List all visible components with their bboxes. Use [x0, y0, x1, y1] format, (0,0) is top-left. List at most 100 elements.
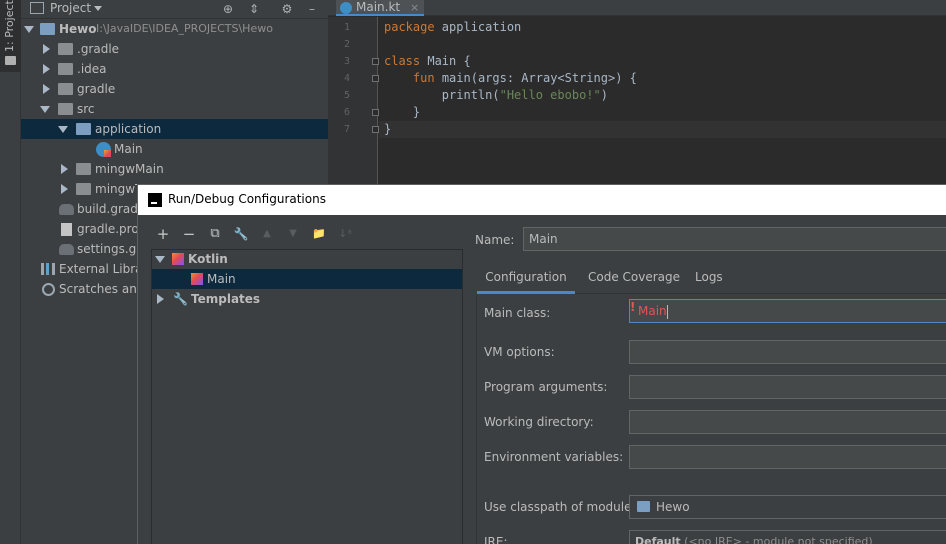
tab-logs[interactable]: Logs	[695, 261, 723, 294]
editor-tab-bar: Main.kt ×	[328, 0, 946, 16]
add-configuration-button[interactable]: +	[155, 226, 171, 242]
project-panel-header: Project ⊕ ⇕ ⚙ –	[21, 0, 328, 19]
fold-marker-icon[interactable]	[372, 75, 379, 82]
package-folder-icon	[76, 123, 91, 135]
jre-select[interactable]: Default (<no JRE> - module not specified…	[629, 530, 946, 544]
vm-options-label: VM options:	[484, 345, 555, 359]
collapsed-arrow-icon[interactable]	[61, 184, 68, 194]
tool-window-strip: 1: Project	[0, 0, 21, 544]
tree-node-label: Templates	[191, 292, 261, 306]
expanded-arrow-icon[interactable]	[40, 106, 50, 113]
vm-options-field[interactable]	[629, 340, 946, 364]
tree-item-label: application	[95, 122, 162, 136]
code-line-1: package application	[384, 20, 522, 34]
close-icon[interactable]: ×	[410, 0, 419, 15]
tab-label: Main.kt	[356, 0, 401, 14]
run-debug-dialog: Run/Debug Configurations + − ⧉ 🔧 ▲ ▼ 📁 ↓…	[137, 184, 946, 544]
expanded-arrow-icon[interactable]	[58, 126, 68, 133]
locate-icon[interactable]: ⊕	[221, 2, 235, 16]
collapsed-arrow-icon[interactable]	[157, 294, 164, 304]
working-directory-field[interactable]	[629, 410, 946, 434]
chevron-down-icon[interactable]	[94, 6, 102, 11]
tree-item-label: mingwMain	[95, 162, 164, 176]
tree-item-label: Hewo	[59, 22, 97, 36]
folder-icon	[5, 56, 16, 65]
tab-main-kt[interactable]: Main.kt ×	[336, 0, 424, 16]
project-tool-tab-label: 1: Project	[3, 0, 16, 52]
sort-icon[interactable]: ↓ᵃ	[337, 226, 353, 242]
kotlin-file-icon	[96, 142, 111, 157]
scratches-icon	[42, 283, 55, 296]
tab-code-coverage[interactable]: Code Coverage	[588, 261, 680, 294]
folder-icon[interactable]: 📁	[311, 226, 327, 242]
dialog-title: Run/Debug Configurations	[168, 192, 326, 206]
wrench-icon: 🔧	[173, 292, 188, 306]
code-line-7: }	[384, 122, 392, 136]
tree-item-main[interactable]: Main	[21, 139, 328, 159]
configuration-tabs: Configuration Code Coverage Logs	[477, 261, 946, 294]
tree-item-label: src	[77, 102, 95, 116]
collapsed-arrow-icon[interactable]	[43, 44, 50, 54]
environment-variables-field[interactable]	[629, 445, 946, 469]
folder-icon	[76, 183, 91, 195]
fold-marker-icon[interactable]	[372, 126, 379, 133]
gear-icon[interactable]: ⚙	[280, 2, 294, 16]
wrench-icon[interactable]: 🔧	[233, 226, 249, 242]
tree-node-kotlin[interactable]: Kotlin	[153, 249, 453, 269]
fold-marker-icon[interactable]	[372, 109, 379, 116]
module-icon	[40, 23, 55, 35]
tree-item-label: .gradle	[77, 42, 120, 56]
tree-item-application[interactable]: application	[21, 119, 328, 139]
project-tool-tab[interactable]: 1: Project	[0, 0, 21, 72]
code-line-3: class Main {	[384, 54, 471, 68]
kotlin-icon	[172, 253, 184, 265]
tree-item-label: gradle	[77, 82, 116, 96]
collapsed-arrow-icon[interactable]	[43, 84, 50, 94]
code-line-6: }	[384, 105, 421, 119]
expanded-arrow-icon[interactable]	[24, 26, 34, 33]
tree-node-templates[interactable]: 🔧 Templates	[153, 289, 453, 309]
environment-variables-label: Environment variables:	[484, 450, 624, 464]
tree-item-mingwmain[interactable]: mingwMain	[21, 159, 328, 179]
tab-configuration[interactable]: Configuration	[477, 261, 575, 294]
move-down-button[interactable]: ▼	[285, 226, 301, 242]
line-number: 4	[343, 73, 350, 84]
name-field[interactable]: Main	[523, 227, 946, 251]
program-arguments-label: Program arguments:	[484, 380, 608, 394]
fold-marker-icon[interactable]	[372, 58, 379, 65]
copy-configuration-button[interactable]: ⧉	[207, 226, 223, 242]
expanded-arrow-icon[interactable]	[155, 256, 165, 263]
main-class-field[interactable]: Main	[629, 299, 946, 323]
folder-icon	[58, 83, 73, 95]
classpath-module-select[interactable]: Hewo	[629, 495, 946, 519]
line-number: 2	[343, 39, 350, 50]
project-view-selector[interactable]: Project	[50, 1, 91, 15]
jre-label: JRE:	[484, 535, 508, 544]
collapsed-arrow-icon[interactable]	[61, 164, 68, 174]
tree-item-label: mingwT	[95, 182, 143, 196]
tree-item-src[interactable]: src	[21, 99, 328, 119]
gradle-icon	[59, 244, 74, 255]
program-arguments-field[interactable]	[629, 375, 946, 399]
tree-item-path: I:\JavaIDE\IDEA_PROJECTS\Hewo	[96, 22, 273, 35]
gradle-icon	[59, 204, 74, 215]
name-label: Name:	[475, 233, 515, 247]
collapsed-arrow-icon[interactable]	[43, 64, 50, 74]
line-number: 1	[343, 22, 350, 33]
current-line-highlight	[379, 121, 946, 138]
module-icon	[637, 501, 650, 512]
intellij-logo-icon	[148, 193, 162, 207]
collapse-all-icon[interactable]: ⇕	[247, 2, 261, 16]
tree-item-hewo[interactable]: Hewo I:\JavaIDE\IDEA_PROJECTS\Hewo	[21, 19, 328, 39]
hide-icon[interactable]: –	[305, 2, 319, 16]
tree-item-gradle[interactable]: gradle	[21, 79, 328, 99]
kotlin-config-icon	[191, 273, 203, 285]
dialog-title-bar[interactable]: Run/Debug Configurations	[138, 185, 946, 215]
tree-node-main[interactable]: Main	[153, 269, 453, 289]
remove-configuration-button[interactable]: −	[181, 226, 197, 242]
error-icon: !	[630, 300, 636, 314]
tree-item-gradle-dir[interactable]: .gradle	[21, 39, 328, 59]
move-up-button[interactable]: ▲	[259, 226, 275, 242]
tree-item-idea[interactable]: .idea	[21, 59, 328, 79]
library-icon	[41, 263, 55, 275]
